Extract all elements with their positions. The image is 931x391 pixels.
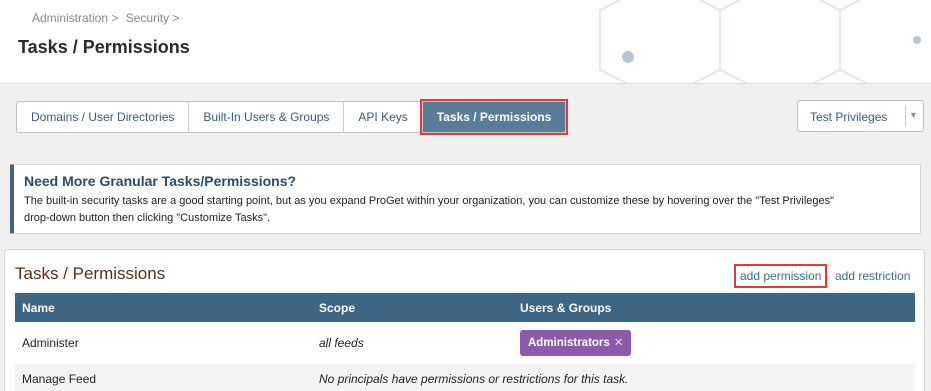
task-name: Administer [22,336,79,350]
page-title: Tasks / Permissions [18,37,190,57]
info-line-2: drop-down button then clicking "Customiz… [24,212,271,224]
table-row: Administer all feeds Administrators ✕ [15,322,915,364]
principal-chip[interactable]: Administrators ✕ [520,330,632,356]
breadcrumb-administration[interactable]: Administration > [32,11,118,25]
column-header-scope: Scope [319,301,356,315]
add-permission-link[interactable]: add permission [733,264,828,288]
test-privileges-dropdown[interactable]: Test Privileges ▼ [797,100,924,132]
tab-built-in-users-groups[interactable]: Built-In Users & Groups [189,102,345,132]
principal-name: Administrators [528,337,610,349]
security-tabs: Domains / User Directories Built-In User… [16,99,569,135]
add-restriction-link[interactable]: add restriction [835,269,910,283]
info-title: Need More Granular Tasks/Permissions? [24,173,297,189]
task-scope: all feeds [319,336,364,350]
task-name: Manage Feed [22,372,97,386]
task-scope-empty-message: No principals have permissions or restri… [319,372,629,386]
page-header: Administration > Security > Tasks / Perm… [0,0,931,84]
chevron-down-icon[interactable]: ▼ [909,110,918,120]
breadcrumb: Administration > Security > [32,11,183,25]
info-body: The built-in security tasks are a good s… [24,193,919,227]
column-header-name: Name [22,301,55,315]
breadcrumb-security[interactable]: Security > [126,11,180,25]
test-privileges-label: Test Privileges [810,110,888,124]
permissions-table: Name Scope Users & Groups Administer all… [15,293,915,391]
info-callout: Need More Granular Tasks/Permissions? Th… [10,164,921,234]
tasks-permissions-panel: Tasks / Permissions add permission add r… [4,249,925,391]
tab-api-keys[interactable]: API Keys [344,102,423,132]
close-icon[interactable]: ✕ [614,337,624,349]
dropdown-divider [905,105,906,127]
table-header: Name Scope Users & Groups [15,293,915,322]
info-line-1: The built-in security tasks are a good s… [24,195,835,207]
panel-title: Tasks / Permissions [15,264,166,283]
tab-tasks-permissions[interactable]: Tasks / Permissions [419,99,569,135]
table-row: Manage Feed No principals have permissio… [15,364,915,391]
column-header-users-groups: Users & Groups [520,301,612,315]
tab-domains-user-directories[interactable]: Domains / User Directories [17,102,190,132]
